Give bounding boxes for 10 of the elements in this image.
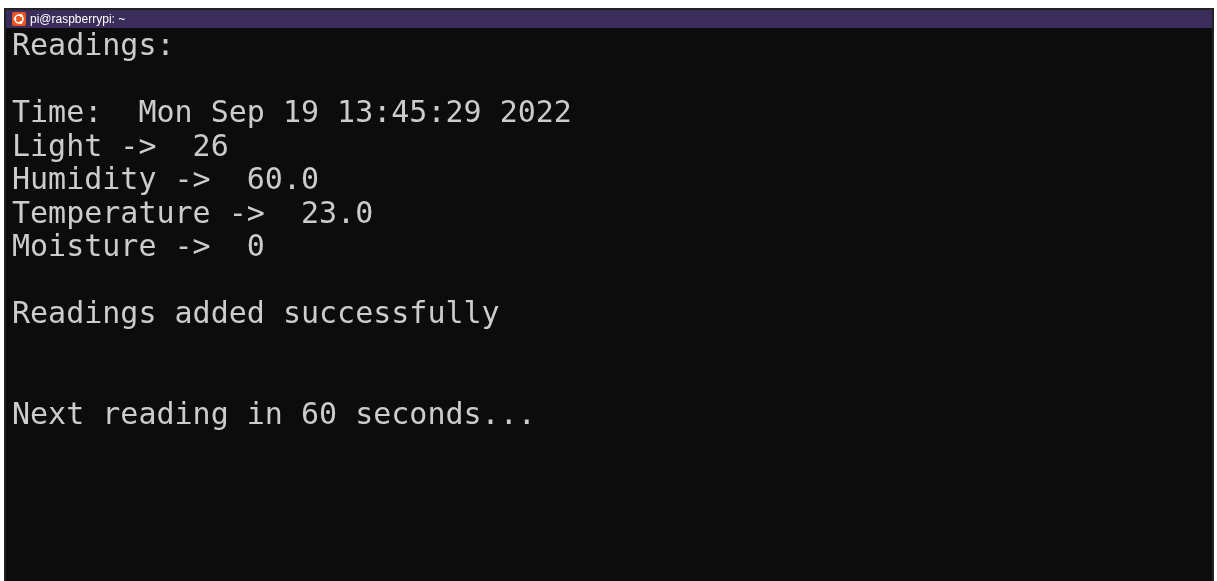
output-line: Readings: [12,28,175,62]
window-title: pi@raspberrypi: ~ [30,11,126,28]
output-line: Moisture -> 0 [12,229,265,263]
output-line: Time: Mon Sep 19 13:45:29 2022 [12,95,572,129]
output-line: Next reading in 60 seconds... [12,396,536,430]
ubuntu-logo-icon [12,12,26,26]
output-line: Temperature -> 23.0 [12,195,374,229]
output-line: Light -> 26 [12,128,229,162]
output-line: Humidity -> 60.0 [12,162,320,196]
output-line: Readings added successfully [12,296,500,330]
